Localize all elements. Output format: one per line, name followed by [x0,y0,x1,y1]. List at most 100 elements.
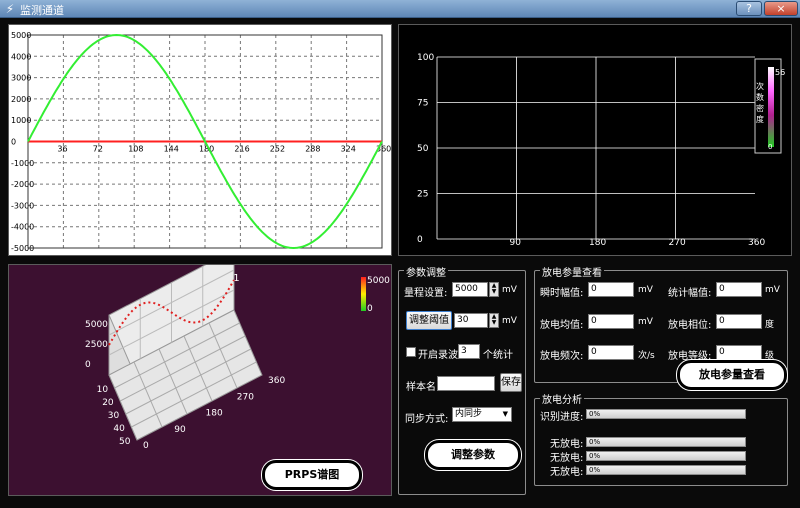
param-unit: 次/s [638,351,655,361]
param-label: 放电均值: [540,320,584,331]
polar-x-tick: 360 [748,238,765,248]
record-suffix: 个统计 [483,350,513,361]
prps-cycle-tick: 10 [97,385,109,395]
app-icon: ⚡ [5,2,15,16]
param-label: 放电相位: [668,320,712,331]
sample-name-label: 样本名 [406,382,436,393]
polar-y-tick: 25 [417,190,428,200]
no-discharge-label: 无放电: [550,439,584,450]
close-button[interactable]: × [764,1,798,16]
prps-z-tick: 5000 [85,320,108,330]
density-legend-label: 次 [756,81,764,91]
adjust-threshold-button[interactable]: 调整阈值 [406,311,452,330]
polar-x-tick: 180 [589,238,606,248]
polar-y-tick: 100 [417,53,434,63]
polar-y-tick: 50 [417,144,429,154]
wave-x-tick: 72 [93,145,103,154]
wave-y-tick: -4000 [11,223,34,232]
window-title: 监测通道 [20,4,64,17]
range-unit: mV [502,285,517,295]
range-spinner[interactable]: ▲ ▼ [489,282,499,297]
param-unit: mV [638,317,653,327]
record-count-input[interactable]: 3 [458,344,480,359]
density-legend-label: 度 [756,114,764,124]
polar-y-tick: 75 [417,99,428,109]
range-input[interactable]: 5000 [452,282,488,297]
prps-phase-tick: 180 [206,409,223,419]
wave-y-tick: -3000 [11,201,34,210]
progress-label: 识别进度: [540,412,584,423]
wave-x-tick: 108 [128,145,143,154]
wave-y-tick: -1000 [11,159,34,168]
discharge-progress-bar: 0% [586,437,746,447]
sync-mode-select[interactable]: 内同步 ▼ [452,407,512,422]
prps-cycle-tick: 50 [119,437,131,447]
wave-y-tick: -2000 [11,180,34,189]
wave-x-tick: 216 [234,145,249,154]
amplitude-legend-bar [361,277,366,311]
prps-callout: PRPS谱图 [262,460,362,490]
density-legend-bar [768,67,774,147]
discharge-analysis-title: 放电分析 [540,391,584,406]
param-label: 统计幅值: [668,288,712,299]
record-label: 开启录波 [418,350,458,361]
phase-density-chart: 100 75 50 25 0 90 180 270 360 56 0 次数密度 [398,24,792,256]
prps-phase-tick: 0 [143,441,149,451]
discharge-progress-bar: 0% [586,451,746,461]
density-legend-label: 数 [756,92,764,102]
wave-x-tick: 252 [270,145,285,154]
threshold-unit: mV [502,316,517,326]
param-label: 瞬时幅值: [540,288,584,299]
param-label: 放电频次: [540,351,584,362]
amplitude-legend-max: 5000 [367,276,390,286]
density-legend-label: 密 [756,103,764,113]
param-unit: mV [765,285,780,295]
waveform-chart: 5000 4000 3000 2000 1000 0 -1000 -2000 -3000 -400… [8,24,392,256]
wave-y-tick: 0 [11,138,16,147]
phase-density-plot: 100 75 50 25 0 90 180 270 360 56 0 次数密度 [417,53,785,248]
param-value-field[interactable]: 0 [588,345,634,360]
title-bar: ⚡ 监测通道 ? × [0,0,800,18]
param-value-field[interactable]: 0 [716,345,762,360]
save-button[interactable]: 保存 [500,373,522,392]
record-checkbox[interactable] [406,347,416,357]
wave-x-tick: 288 [305,145,320,154]
param-value-field[interactable]: 0 [588,314,634,329]
prps-phase-tick: 90 [174,425,186,435]
density-legend-max: 56 [775,68,785,77]
wave-x-tick: 324 [341,145,356,154]
sync-mode-value: 内同步 [455,409,483,419]
recognition-progress-bar: 0% [586,409,746,419]
prps-z-tick: 0 [85,360,91,370]
param-unit: mV [638,285,653,295]
wave-x-tick: 36 [57,145,67,154]
range-label: 量程设置: [404,288,448,299]
prps-phase-tick: 360 [268,376,285,386]
threshold-input[interactable]: 30 [454,313,488,328]
polar-y-tick: 0 [417,235,423,245]
prps-cycle-tick: 20 [102,398,114,408]
discharge-progress-bar: 0% [586,465,746,475]
param-value-field[interactable]: 0 [588,282,634,297]
waveform-plot: 500040003000200010000-1000-2000-3000-400… [11,31,391,253]
prps-z-tick: 2500 [85,340,108,350]
view-callout: 放电参量查看 [677,360,787,390]
param-value-field[interactable]: 0 [716,282,762,297]
params-callout: 调整参数 [425,440,521,470]
param-unit: 度 [765,320,775,330]
sample-name-input[interactable] [437,376,495,391]
prps-cycle-tick: 40 [113,424,125,434]
density-legend-min: 0 [768,143,772,151]
no-discharge-label: 无放电: [550,467,584,478]
help-button[interactable]: ? [736,1,762,16]
prps-cycle-tick: 30 [108,411,120,421]
no-discharge-label: 无放电: [550,453,584,464]
param-value-field[interactable]: 0 [716,314,762,329]
sync-mode-label: 同步方式: [405,414,449,425]
params-group-title: 参数调整 [404,264,448,279]
wave-x-tick: 144 [164,145,179,154]
threshold-spinner[interactable]: ▲ ▼ [489,313,499,328]
polar-x-tick: 270 [669,238,686,248]
polar-x-tick: 90 [510,238,522,248]
prps-phase-tick: 270 [237,392,254,402]
